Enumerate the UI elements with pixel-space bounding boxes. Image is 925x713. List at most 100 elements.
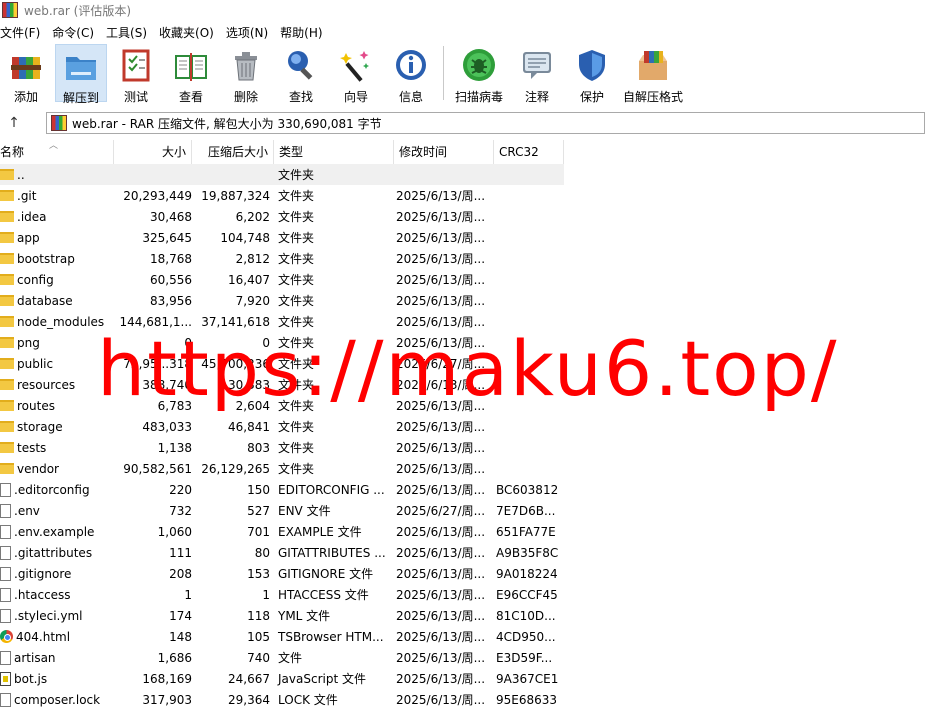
cell-name: storage <box>0 420 114 434</box>
cell-packed-size: 16,407 <box>228 272 270 287</box>
up-folder-button[interactable]: ↑ <box>0 115 28 131</box>
column-modified[interactable]: 修改时间 <box>394 140 494 164</box>
info-button[interactable]: 信息 <box>385 44 437 104</box>
parent-folder-row[interactable]: .. 文件夹 <box>0 164 564 185</box>
table-row[interactable]: tests 1,138 803 文件夹 2025/6/13/周... <box>0 437 925 458</box>
table-row[interactable]: .htaccess 1 1 HTACCESS 文件 2025/6/13/周... E96C… <box>0 584 925 605</box>
cell-modified: 2025/6/13/周... <box>396 294 486 308</box>
folder-icon <box>0 295 14 306</box>
menu-favorites[interactable]: 收藏夹(O) <box>154 24 219 41</box>
cell-crc: A9B35F8C <box>496 545 559 560</box>
table-row[interactable]: .editorconfig 220 150 EDITORCONFIG ... 2025/… <box>0 479 925 500</box>
file-icon <box>0 608 11 623</box>
delete-button[interactable]: 删除 <box>220 44 272 104</box>
table-row[interactable]: storage 483,033 46,841 文件夹 2025/6/13/周... <box>0 416 925 437</box>
table-row[interactable]: artisan 1,686 740 文件 2025/6/13/周... E3D59F... <box>0 647 925 668</box>
extract-to-button[interactable]: 解压到 <box>55 44 107 105</box>
menu-commands[interactable]: 命令(C) <box>47 24 99 41</box>
cell-packed-size: 2,812 <box>235 251 270 266</box>
cell-modified: 2025/6/13/周... <box>396 483 486 497</box>
column-name[interactable]: ︿ 名称 <box>0 140 114 164</box>
table-row[interactable]: database 83,956 7,920 文件夹 2025/6/13/周... <box>0 290 925 311</box>
file-name-text: bootstrap <box>17 251 75 266</box>
sfx-button[interactable]: 自解压格式 <box>621 44 685 104</box>
delete-icon <box>228 47 264 83</box>
cell-type: 文件夹 <box>278 420 315 434</box>
file-list: .. 文件夹 .git 20,293,449 19,887,324 文件夹 2025/6/1… <box>0 164 925 710</box>
find-button[interactable]: 查找 <box>275 44 327 104</box>
cell-modified: 2025/6/13/周... <box>396 273 486 287</box>
chrome-file-icon <box>0 630 13 643</box>
cell-name: .idea <box>0 210 114 224</box>
cell-name: .env <box>0 503 114 518</box>
cell-size: 1,138 <box>157 440 192 455</box>
menu-options[interactable]: 选项(N) <box>221 24 273 41</box>
table-row[interactable]: .idea 30,468 6,202 文件夹 2025/6/13/周... <box>0 206 925 227</box>
cell-modified: 2025/6/13/周... <box>396 588 486 602</box>
cell-type: 文件夹 <box>278 315 315 329</box>
file-name-text: .. <box>17 167 25 182</box>
add-button[interactable]: 添加 <box>0 44 52 104</box>
table-row[interactable]: routes 6,783 2,604 文件夹 2025/6/13/周... <box>0 395 925 416</box>
table-row[interactable]: resources 388,740 130,383 文件夹 2025/6/13/周... <box>0 374 925 395</box>
wizard-button[interactable]: 向导 <box>330 44 382 104</box>
folder-icon <box>0 253 14 264</box>
table-row[interactable]: bot.js 168,169 24,667 JavaScript 文件 2025/6/1… <box>0 668 925 689</box>
cell-name: config <box>0 273 114 287</box>
cell-packed-size: 45,700,236 <box>201 356 270 371</box>
file-name-text: .gitattributes <box>14 545 93 560</box>
cell-size: 148 <box>169 629 192 644</box>
test-button[interactable]: 测试 <box>110 44 162 104</box>
menu-help[interactable]: 帮助(H) <box>275 24 327 41</box>
column-type[interactable]: 类型 <box>274 140 394 164</box>
cell-modified: 2025/6/27/周... <box>396 504 486 518</box>
folder-icon <box>0 211 14 222</box>
menu-file[interactable]: 文件(F) <box>0 24 45 41</box>
cell-packed-size: 1 <box>262 587 270 602</box>
table-row[interactable]: composer.lock 317,903 29,364 LOCK 文件 2025/6/… <box>0 689 925 710</box>
table-row[interactable]: .git 20,293,449 19,887,324 文件夹 2025/6/13/周..… <box>0 185 925 206</box>
table-row[interactable]: node_modules 144,681,1... 37,141,618 文件夹 202… <box>0 311 925 332</box>
view-button[interactable]: 查看 <box>165 44 217 104</box>
cell-modified: 2025/6/13/周... <box>396 420 486 434</box>
path-field[interactable]: web.rar - RAR 压缩文件, 解包大小为 330,690,081 字节 <box>46 112 925 134</box>
title-bar: web.rar (评估版本) <box>0 0 925 20</box>
cell-size: 20,293,449 <box>123 188 192 203</box>
table-row[interactable]: app 325,645 104,748 文件夹 2025/6/13/周... <box>0 227 925 248</box>
menu-tools[interactable]: 工具(S) <box>101 24 152 41</box>
table-row[interactable]: .env 732 527 ENV 文件 2025/6/27/周... 7E7D6B... <box>0 500 925 521</box>
table-row[interactable]: .gitignore 208 153 GITIGNORE 文件 2025/6/13/周.… <box>0 563 925 584</box>
virus-scan-button[interactable]: 扫描病毒 <box>450 44 508 104</box>
cell-type: 文件夹 <box>278 168 315 182</box>
table-row[interactable]: .gitattributes 111 80 GITATTRIBUTES ... 2025… <box>0 542 925 563</box>
folder-icon <box>0 232 14 243</box>
cell-modified: 2025/6/13/周... <box>396 651 486 665</box>
cell-type: 文件夹 <box>278 252 315 266</box>
file-name-text: bot.js <box>14 671 48 686</box>
protect-button[interactable]: 保护 <box>566 44 618 104</box>
cell-modified: 2025/6/13/周... <box>396 336 486 350</box>
table-row[interactable]: config 60,556 16,407 文件夹 2025/6/13/周... <box>0 269 925 290</box>
table-row[interactable]: vendor 90,582,561 26,129,265 文件夹 2025/6/13/周… <box>0 458 925 479</box>
column-size[interactable]: 大小 <box>114 140 192 164</box>
table-row[interactable]: png 0 0 文件夹 2025/6/13/周... <box>0 332 925 353</box>
cell-size: 317,903 <box>142 692 192 707</box>
cell-packed-size: 803 <box>247 440 270 455</box>
cell-size: 18,768 <box>150 251 192 266</box>
file-name-text: .idea <box>17 209 47 224</box>
cell-name: app <box>0 231 114 245</box>
column-packed[interactable]: 压缩后大小 <box>192 140 274 164</box>
cell-packed-size: 118 <box>247 608 270 623</box>
cell-packed-size: 0 <box>262 335 270 350</box>
cell-modified: 2025/6/13/周... <box>396 210 486 224</box>
table-row[interactable]: 404.html 148 105 TSBrowser HTM... 2025/6/13/… <box>0 626 925 647</box>
table-row[interactable]: .styleci.yml 174 118 YML 文件 2025/6/13/周... 81… <box>0 605 925 626</box>
table-row[interactable]: bootstrap 18,768 2,812 文件夹 2025/6/13/周... <box>0 248 925 269</box>
column-crc[interactable]: CRC32 <box>494 140 564 164</box>
table-row[interactable]: public 72,95...318 45,700,236 文件夹 2025/6/27/… <box>0 353 925 374</box>
table-row[interactable]: .env.example 1,060 701 EXAMPLE 文件 2025/6/13/… <box>0 521 925 542</box>
cell-name: png <box>0 336 114 350</box>
sfx-icon <box>635 47 671 83</box>
comment-button[interactable]: 注释 <box>511 44 563 104</box>
cell-name: routes <box>0 399 114 413</box>
